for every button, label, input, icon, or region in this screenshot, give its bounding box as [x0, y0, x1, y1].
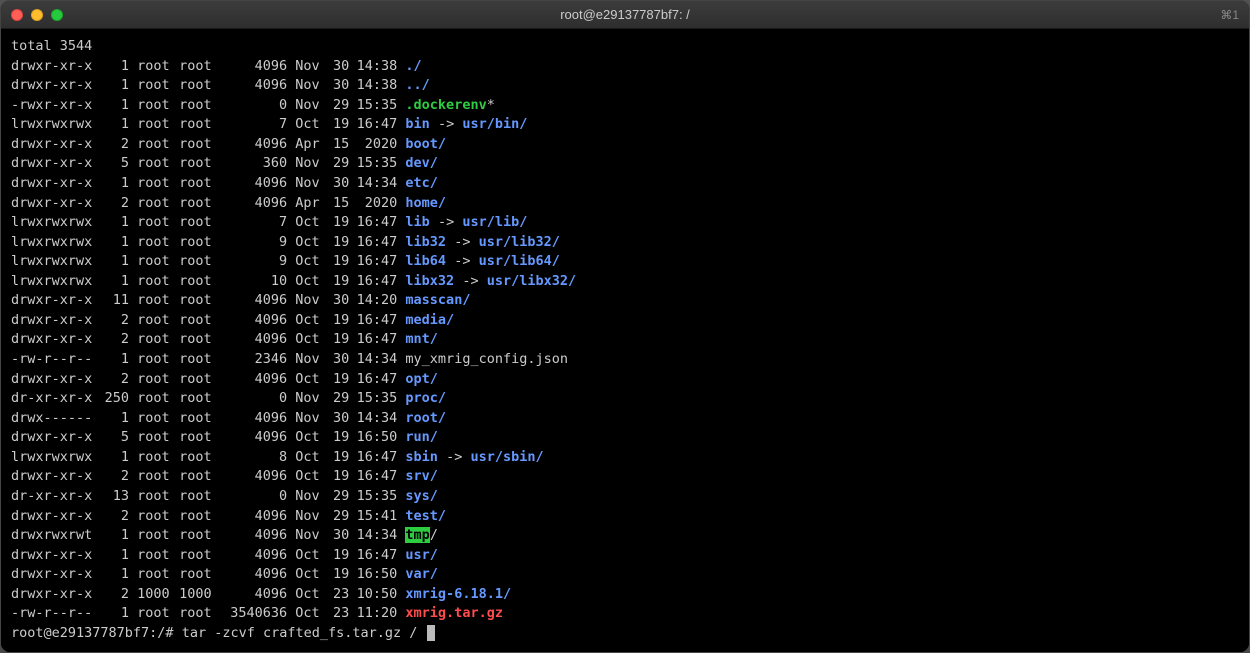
ls-row: dr-xr-xr-x250 rootroot0 Nov2915:35 proc/ — [11, 389, 1239, 409]
ls-row: drwxr-xr-x5 rootroot360 Nov2915:35 dev/ — [11, 154, 1239, 174]
file-name: -> — [438, 449, 471, 465]
ls-row: drwxr-xr-x11 rootroot4096 Nov3014:20 mas… — [11, 291, 1239, 311]
close-icon[interactable] — [11, 9, 23, 21]
file-name: tmp — [405, 527, 429, 543]
ls-row: drwxr-xr-x1 rootroot4096 Nov3014:38 ../ — [11, 76, 1239, 96]
ls-row: drwxr-xr-x1 rootroot4096 Nov3014:34 etc/ — [11, 174, 1239, 194]
ls-row: drwxr-xr-x2 100010004096 Oct2310:50 xmri… — [11, 585, 1239, 605]
prompt-line[interactable]: root@e29137787bf7:/# tar -zcvf crafted_f… — [11, 624, 1239, 644]
file-name: boot/ — [405, 136, 446, 152]
ls-row: dr-xr-xr-x13 rootroot0 Nov2915:35 sys/ — [11, 487, 1239, 507]
file-name: my_xmrig_config.json — [405, 351, 568, 367]
ls-row: drwxr-xr-x2 rootroot4096 Apr15 2020 boot… — [11, 135, 1239, 155]
cursor — [427, 625, 435, 641]
ls-row: drwxr-xr-x2 rootroot4096 Oct1916:47 mnt/ — [11, 330, 1239, 350]
file-name: media/ — [405, 312, 454, 328]
file-name: var/ — [405, 566, 438, 582]
file-name: lib — [405, 214, 429, 230]
file-name: -> — [430, 116, 463, 132]
file-name: etc/ — [405, 175, 438, 191]
ls-row: lrwxrwxrwx1 rootroot7 Oct1916:47 bin -> … — [11, 115, 1239, 135]
file-name: -> — [430, 214, 463, 230]
ls-row: -rwxr-xr-x1 rootroot0 Nov2915:35 .docker… — [11, 96, 1239, 116]
ls-row: drwxr-xr-x1 rootroot4096 Oct1916:50 var/ — [11, 565, 1239, 585]
file-name: run/ — [405, 429, 438, 445]
file-name: opt/ — [405, 371, 438, 387]
ls-row: drwxrwxrwt1 rootroot4096 Nov3014:34 tmp/ — [11, 526, 1239, 546]
file-name: dev/ — [405, 155, 438, 171]
file-name: .dockerenv — [405, 97, 486, 113]
shell-prompt: root@e29137787bf7:/# — [11, 625, 182, 641]
window-title: root@e29137787bf7: / — [1, 7, 1249, 22]
ls-row: lrwxrwxrwx1 rootroot8 Oct1916:47 sbin ->… — [11, 448, 1239, 468]
file-name: home/ — [405, 195, 446, 211]
terminal-body[interactable]: total 3544drwxr-xr-x1 rootroot4096 Nov30… — [1, 29, 1249, 652]
file-name: -> — [446, 253, 479, 269]
file-name: usr/lib32/ — [479, 234, 560, 250]
file-name: sys/ — [405, 488, 438, 504]
file-name: usr/lib/ — [462, 214, 527, 230]
file-name: -> — [446, 234, 479, 250]
zoom-icon[interactable] — [51, 9, 63, 21]
file-name: usr/bin/ — [462, 116, 527, 132]
file-name: srv/ — [405, 468, 438, 484]
file-name: xmrig.tar.gz — [405, 605, 503, 621]
file-name: / — [430, 527, 438, 543]
ls-row: drwxr-xr-x2 rootroot4096 Apr15 2020 home… — [11, 194, 1239, 214]
titlebar[interactable]: root@e29137787bf7: / ⌘1 — [1, 1, 1249, 29]
ls-row: drwxr-xr-x2 rootroot4096 Oct1916:47 medi… — [11, 311, 1239, 331]
ls-row: drwx------1 rootroot4096 Nov3014:34 root… — [11, 409, 1239, 429]
total-line: total 3544 — [11, 37, 1239, 57]
file-name: masscan/ — [405, 292, 470, 308]
ls-row: -rw-r--r--1 rootroot3540636 Oct2311:20 x… — [11, 604, 1239, 624]
terminal-window: root@e29137787bf7: / ⌘1 total 3544drwxr-… — [0, 0, 1250, 653]
file-name: test/ — [405, 508, 446, 524]
file-name: usr/libx32/ — [487, 273, 576, 289]
file-name: sbin — [405, 449, 438, 465]
ls-row: lrwxrwxrwx1 rootroot7 Oct1916:47 lib -> … — [11, 213, 1239, 233]
file-name: lib32 — [405, 234, 446, 250]
file-name: * — [487, 97, 495, 113]
file-name: libx32 — [405, 273, 454, 289]
ls-row: drwxr-xr-x1 rootroot4096 Nov3014:38 ./ — [11, 57, 1239, 77]
ls-row: drwxr-xr-x2 rootroot4096 Oct1916:47 srv/ — [11, 467, 1239, 487]
file-name: xmrig-6.18.1/ — [405, 586, 511, 602]
ls-row: lrwxrwxrwx1 rootroot9 Oct1916:47 lib64 -… — [11, 252, 1239, 272]
file-name: mnt/ — [405, 331, 438, 347]
file-name: usr/sbin/ — [470, 449, 543, 465]
ls-row: lrwxrwxrwx1 rootroot9 Oct1916:47 lib32 -… — [11, 233, 1239, 253]
ls-row: lrwxrwxrwx1 rootroot10 Oct1916:47 libx32… — [11, 272, 1239, 292]
ls-row: drwxr-xr-x5 rootroot4096 Oct1916:50 run/ — [11, 428, 1239, 448]
file-name: -> — [454, 273, 487, 289]
traffic-lights — [11, 9, 63, 21]
file-name: usr/ — [405, 547, 438, 563]
ls-row: drwxr-xr-x2 rootroot4096 Nov2915:41 test… — [11, 507, 1239, 527]
command-input[interactable]: tar -zcvf crafted_fs.tar.gz / — [182, 625, 426, 641]
ls-row: -rw-r--r--1 rootroot2346 Nov3014:34 my_x… — [11, 350, 1239, 370]
file-name: usr/lib64/ — [479, 253, 560, 269]
minimize-icon[interactable] — [31, 9, 43, 21]
file-name: ../ — [405, 77, 429, 93]
file-name: bin — [405, 116, 429, 132]
file-name: ./ — [405, 58, 421, 74]
ls-row: drwxr-xr-x2 rootroot4096 Oct1916:47 opt/ — [11, 370, 1239, 390]
window-shortcut-hint: ⌘1 — [1220, 8, 1239, 22]
ls-row: drwxr-xr-x1 rootroot4096 Oct1916:47 usr/ — [11, 546, 1239, 566]
file-name: root/ — [405, 410, 446, 426]
file-name: proc/ — [405, 390, 446, 406]
file-name: lib64 — [405, 253, 446, 269]
